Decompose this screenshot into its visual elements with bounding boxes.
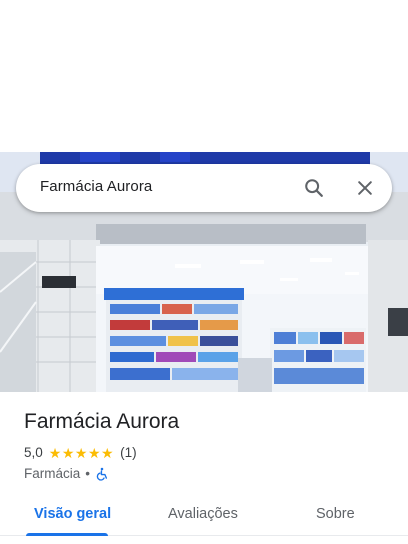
active-tab-indicator	[26, 533, 108, 536]
star-rating: ★ ★ ★ ★ ★	[49, 446, 114, 460]
search-bar[interactable]: Farmácia Aurora	[16, 164, 392, 212]
star-icon: ★	[61, 444, 75, 461]
review-count[interactable]: (1)	[120, 445, 137, 460]
rating-value: 5,0	[24, 445, 43, 460]
search-input[interactable]: Farmácia Aurora	[40, 178, 152, 195]
tab-about[interactable]: Sobre	[316, 506, 355, 522]
star-icon: ★	[101, 444, 114, 461]
place-info-panel: Farmácia Aurora 5,0 ★ ★ ★ ★ ★ (1) Farmác…	[0, 392, 408, 544]
star-icon: ★	[74, 444, 88, 461]
search-icon[interactable]	[302, 176, 326, 200]
wheelchair-accessible-icon	[95, 467, 109, 481]
category-row: Farmácia •	[24, 466, 109, 481]
tab-reviews[interactable]: Avaliações	[168, 506, 238, 522]
place-tabs: Visão geral Avaliações Sobre	[0, 492, 408, 536]
star-icon: ★	[48, 444, 62, 461]
star-icon: ★	[87, 444, 101, 461]
map-blank-area	[0, 0, 408, 152]
place-category: Farmácia	[24, 466, 81, 481]
place-title: Farmácia Aurora	[24, 410, 180, 433]
close-icon[interactable]	[353, 176, 377, 200]
rating-row[interactable]: 5,0 ★ ★ ★ ★ ★ (1)	[24, 445, 137, 460]
tab-overview[interactable]: Visão geral	[34, 506, 111, 522]
separator-dot: •	[85, 466, 90, 481]
